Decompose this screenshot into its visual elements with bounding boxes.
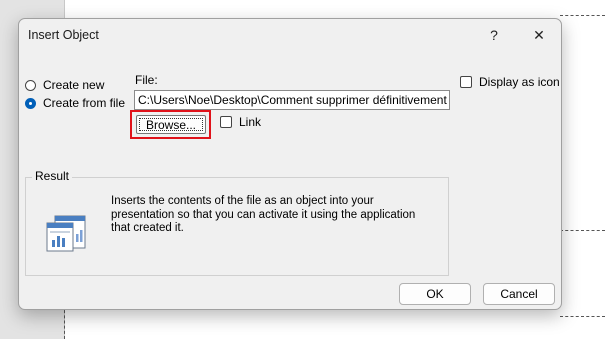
slide-placeholder-border: [560, 230, 605, 231]
help-button[interactable]: ?: [477, 23, 511, 47]
ok-button[interactable]: OK: [399, 283, 471, 305]
browse-button[interactable]: Browse...: [136, 115, 206, 134]
close-button[interactable]: ✕: [522, 23, 556, 47]
result-legend: Result: [32, 169, 73, 183]
result-description: Inserts the contents of the file as an o…: [111, 195, 416, 234]
create-new-option[interactable]: Create new: [25, 78, 104, 92]
create-from-file-radio[interactable]: [25, 97, 36, 109]
dialog-titlebar: Insert Object ? ✕: [19, 19, 561, 51]
slide-placeholder-border: [64, 305, 65, 339]
embedded-document-icon: [46, 215, 86, 252]
link-option[interactable]: Link: [220, 115, 261, 129]
display-as-icon-option[interactable]: Display as icon: [460, 75, 560, 89]
help-icon: ?: [490, 27, 498, 43]
display-as-icon-label: Display as icon: [479, 75, 560, 89]
display-as-icon-checkbox[interactable]: [460, 76, 472, 88]
result-group: Result Inserts the contents of the file …: [25, 169, 449, 276]
create-new-label-text: Create new: [43, 78, 105, 92]
insert-object-dialog: Insert Object ? ✕ Create new Create from…: [18, 18, 562, 310]
create-from-file-option[interactable]: Create from file: [25, 96, 125, 110]
cancel-button[interactable]: Cancel: [483, 283, 555, 305]
slide-placeholder-border: [560, 15, 605, 16]
file-label: File:: [135, 73, 158, 87]
create-new-radio[interactable]: [25, 79, 36, 91]
slide-placeholder-border: [560, 316, 605, 317]
link-label: Link: [239, 115, 262, 129]
link-checkbox[interactable]: [220, 116, 232, 128]
create-new-label: Create new: [43, 78, 104, 92]
close-icon: ✕: [533, 26, 545, 43]
dialog-title: Insert Object: [28, 28, 99, 42]
create-from-file-label: Create from file: [43, 96, 126, 110]
file-path-input[interactable]: C:\Users\Noe\Desktop\Comment supprimer d…: [134, 90, 450, 110]
